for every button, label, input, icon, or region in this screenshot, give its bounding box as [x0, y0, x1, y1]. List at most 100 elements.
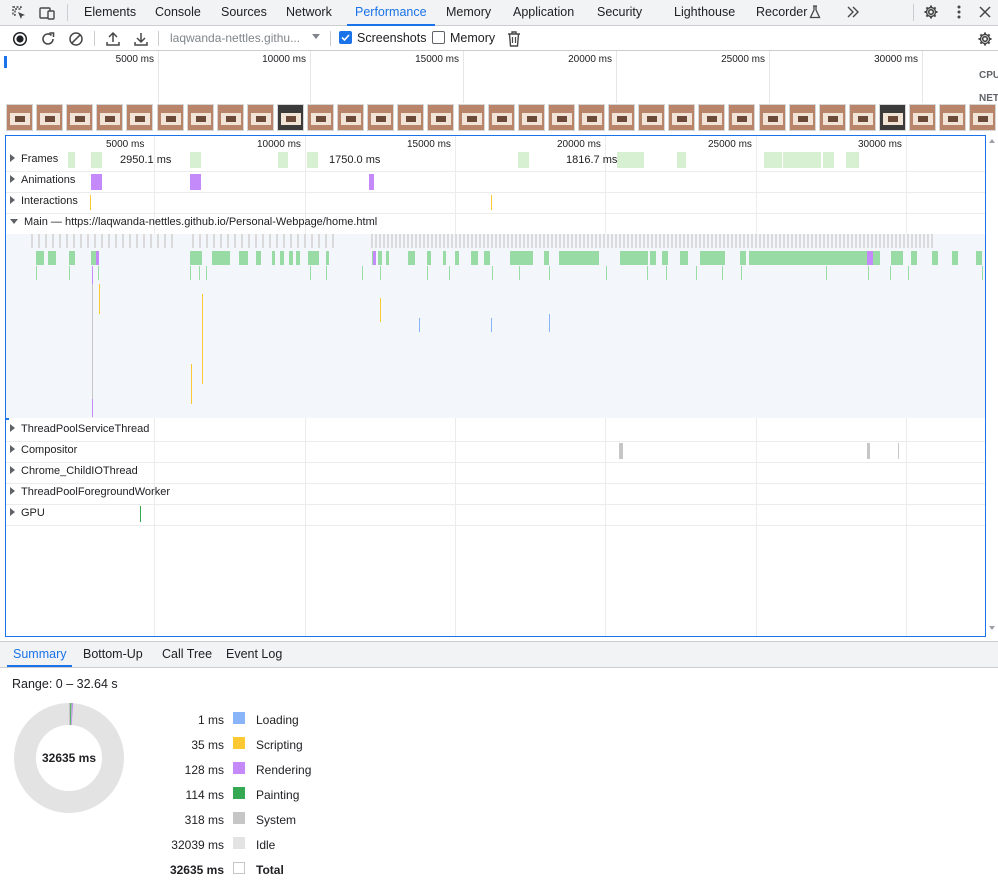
idle-task[interactable]	[587, 234, 589, 248]
idle-task[interactable]	[867, 234, 869, 248]
frame-block[interactable]	[846, 152, 859, 168]
idle-task[interactable]	[795, 234, 797, 248]
idle-task[interactable]	[879, 234, 881, 248]
record-button[interactable]	[11, 30, 28, 47]
sub-task[interactable]	[191, 364, 192, 404]
tab-recorder[interactable]: Recorder	[756, 0, 807, 25]
idle-task[interactable]	[715, 234, 717, 248]
sub-task[interactable]	[722, 266, 723, 280]
rendering-task[interactable]	[96, 251, 99, 265]
idle-task[interactable]	[747, 234, 749, 248]
settings-gear-icon[interactable]	[922, 3, 940, 21]
screenshot-thumbnail[interactable]	[216, 104, 244, 131]
idle-task[interactable]	[531, 234, 533, 248]
paint-task[interactable]	[386, 251, 389, 265]
tab-performance[interactable]: Performance	[347, 0, 435, 26]
frame-block[interactable]	[68, 152, 75, 168]
tab-application[interactable]: Application	[513, 0, 574, 25]
paint-task[interactable]	[484, 251, 490, 265]
paint-task[interactable]	[932, 251, 938, 265]
sub-task[interactable]	[92, 266, 93, 286]
idle-task[interactable]	[171, 234, 173, 248]
flame-chart[interactable]: 5000 ms 10000 ms 15000 ms 20000 ms 25000 ms 3…	[5, 135, 986, 637]
idle-task[interactable]	[839, 234, 841, 248]
idle-task[interactable]	[447, 234, 449, 248]
sub-task[interactable]	[908, 266, 909, 280]
idle-task[interactable]	[136, 234, 138, 248]
paint-task[interactable]	[510, 251, 533, 265]
foreground-worker-track[interactable]: ThreadPoolForegroundWorker	[6, 483, 985, 505]
idle-task[interactable]	[659, 234, 661, 248]
idle-task[interactable]	[427, 234, 429, 248]
idle-task[interactable]	[459, 234, 461, 248]
idle-task[interactable]	[671, 234, 673, 248]
idle-task[interactable]	[819, 234, 821, 248]
paint-task[interactable]	[662, 251, 668, 265]
idle-task[interactable]	[415, 234, 417, 248]
idle-task[interactable]	[847, 234, 849, 248]
idle-task[interactable]	[759, 234, 761, 248]
idle-task[interactable]	[290, 234, 292, 248]
idle-task[interactable]	[73, 234, 75, 248]
idle-task[interactable]	[297, 234, 299, 248]
paint-task[interactable]	[48, 251, 56, 265]
idle-task[interactable]	[227, 234, 229, 248]
compositor-event[interactable]	[867, 443, 870, 459]
idle-task[interactable]	[435, 234, 437, 248]
paint-task[interactable]	[650, 251, 656, 265]
idle-task[interactable]	[471, 234, 473, 248]
idle-task[interactable]	[383, 234, 385, 248]
paint-task[interactable]	[976, 251, 982, 265]
threadpool-service-track[interactable]: ThreadPoolServiceThread	[6, 420, 985, 442]
screenshot-thumbnail[interactable]	[878, 104, 906, 131]
idle-task[interactable]	[395, 234, 397, 248]
main-thread-flame[interactable]	[6, 234, 985, 418]
sub-task[interactable]	[519, 266, 520, 280]
paint-task[interactable]	[190, 251, 202, 265]
close-devtools-icon[interactable]	[976, 3, 994, 21]
idle-task[interactable]	[475, 234, 477, 248]
sub-task[interactable]	[826, 266, 827, 280]
idle-task[interactable]	[779, 234, 781, 248]
idle-task[interactable]	[94, 234, 96, 248]
idle-task[interactable]	[895, 234, 897, 248]
idle-task[interactable]	[129, 234, 131, 248]
idle-task[interactable]	[859, 234, 861, 248]
screenshot-thumbnail[interactable]	[577, 104, 605, 131]
screenshot-thumbnail[interactable]	[698, 104, 726, 131]
screenshot-thumbnail[interactable]	[367, 104, 395, 131]
idle-task[interactable]	[192, 234, 194, 248]
idle-task[interactable]	[101, 234, 103, 248]
idle-task[interactable]	[387, 234, 389, 248]
idle-task[interactable]	[487, 234, 489, 248]
idle-task[interactable]	[38, 234, 40, 248]
idle-task[interactable]	[399, 234, 401, 248]
idle-task[interactable]	[647, 234, 649, 248]
screenshot-thumbnail[interactable]	[517, 104, 545, 131]
tab-console[interactable]: Console	[155, 0, 201, 25]
idle-task[interactable]	[591, 234, 593, 248]
screenshot-thumbnail[interactable]	[126, 104, 154, 131]
idle-task[interactable]	[627, 234, 629, 248]
paint-task[interactable]	[212, 251, 230, 265]
idle-task[interactable]	[703, 234, 705, 248]
tab-bottom-up[interactable]: Bottom-Up	[83, 642, 143, 666]
sub-task[interactable]	[206, 266, 207, 280]
tab-event-log[interactable]: Event Log	[226, 642, 282, 666]
sub-task[interactable]	[380, 298, 381, 322]
sub-task[interactable]	[549, 314, 550, 332]
main-thread-track-header[interactable]: Main — https://laqwanda-nettles.github.i…	[6, 213, 985, 234]
idle-task[interactable]	[318, 234, 320, 248]
paint-task[interactable]	[455, 251, 459, 265]
idle-task[interactable]	[855, 234, 857, 248]
idle-task[interactable]	[835, 234, 837, 248]
screenshots-checkbox[interactable]	[339, 31, 352, 44]
idle-task[interactable]	[206, 234, 208, 248]
idle-task[interactable]	[304, 234, 306, 248]
more-options-kebab-icon[interactable]	[950, 3, 968, 21]
screenshot-thumbnail[interactable]	[307, 104, 334, 131]
idle-task[interactable]	[695, 234, 697, 248]
idle-task[interactable]	[675, 234, 677, 248]
idle-task[interactable]	[623, 234, 625, 248]
idle-task[interactable]	[150, 234, 152, 248]
